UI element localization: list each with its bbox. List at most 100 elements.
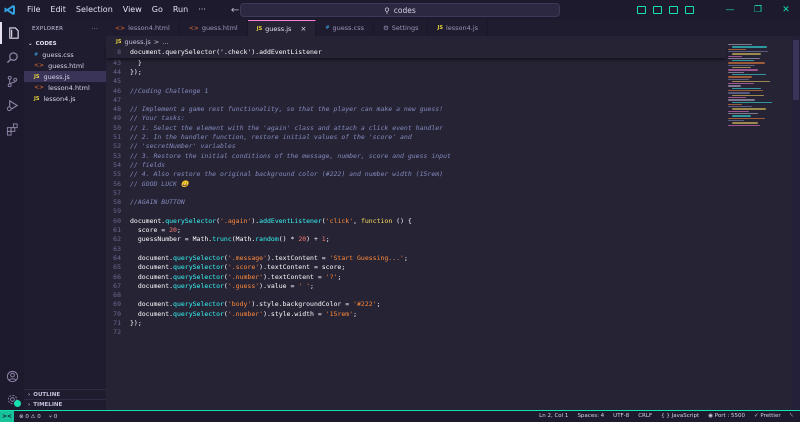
- menu-view[interactable]: View: [118, 0, 147, 20]
- customize-layout-icon[interactable]: [685, 6, 694, 14]
- code-line[interactable]: 53 // 3. Restore the initial conditions o…: [106, 151, 726, 160]
- run-debug-icon[interactable]: [0, 94, 24, 116]
- file-guess-html[interactable]: <> guess.html: [24, 60, 106, 71]
- extensions-icon[interactable]: [0, 118, 24, 140]
- language-mode[interactable]: { } JavaScript: [661, 413, 699, 420]
- tab-lesson4-html[interactable]: <> lesson4.html: [106, 20, 180, 36]
- code-line[interactable]: 61 score = 20;: [106, 225, 726, 234]
- code-line[interactable]: 71});: [106, 318, 726, 327]
- code-text: guessNumber = Math.trunc(Math.random() *…: [130, 235, 330, 243]
- file-guess-css[interactable]: # guess.css: [24, 49, 106, 60]
- close-tab-icon[interactable]: ×: [300, 25, 306, 33]
- outline-section[interactable]: › OUTLINE: [24, 389, 106, 399]
- code-line[interactable]: 62 guessNumber = Math.trunc(Math.random(…: [106, 235, 726, 244]
- code-token: ;: [403, 253, 408, 262]
- search-view-icon[interactable]: [0, 46, 24, 68]
- code-editor[interactable]: 43 } 44}); 45 46//Coding Challenge 1 47 48// …: [106, 47, 726, 410]
- tab-guess-js[interactable]: JS guess.js ×: [247, 20, 317, 36]
- tab-label: guess.js: [265, 24, 292, 33]
- breadcrumb-file[interactable]: guess.js: [124, 38, 150, 46]
- explorer-more-button[interactable]: ···: [92, 26, 98, 32]
- problems-indicator[interactable]: ⊗ 0 ⚠ 0: [19, 414, 41, 420]
- minimize-icon[interactable]: —: [716, 0, 744, 20]
- code-line[interactable]: 57: [106, 188, 726, 197]
- ports-indicator[interactable]: ⑂ 0: [49, 414, 58, 420]
- explorer-icon[interactable]: [0, 22, 24, 44]
- code-line[interactable]: 56 // GOOD LUCK 😀: [106, 179, 726, 188]
- cursor-position[interactable]: Ln 2, Col 1: [539, 413, 568, 420]
- prettier-status[interactable]: ✓ Prettier: [754, 413, 781, 420]
- code-line[interactable]: 47: [106, 95, 726, 104]
- code-line[interactable]: 48 // Implement a game rest functionality…: [106, 105, 726, 114]
- toggle-secondary-sidebar-icon[interactable]: [669, 6, 678, 14]
- line-number: 65: [113, 263, 121, 272]
- minimap-line: [732, 115, 752, 117]
- file-guess-js[interactable]: JS guess.js: [24, 71, 106, 82]
- manage-gear-icon[interactable]: [0, 388, 24, 410]
- code-line[interactable]: 70 document.querySelector('.number').sty…: [106, 309, 726, 318]
- code-line[interactable]: 59: [106, 207, 726, 216]
- close-window-icon[interactable]: ✕: [772, 0, 800, 20]
- file-label: guess.css: [42, 50, 74, 59]
- editor-scrollbar[interactable]: [792, 36, 800, 410]
- breadcrumb-symbol[interactable]: ...: [162, 38, 168, 46]
- source-control-icon[interactable]: [0, 70, 24, 92]
- code-line[interactable]: 66 document.querySelector('.number').tex…: [106, 272, 726, 281]
- menu-go[interactable]: Go: [147, 0, 168, 20]
- tab-guess-css[interactable]: # guess.css: [316, 20, 374, 36]
- encoding[interactable]: UTF-8: [613, 413, 629, 420]
- folder-codes[interactable]: ⌄ CODES: [24, 38, 106, 49]
- back-arrow-icon[interactable]: ←: [231, 5, 239, 16]
- toggle-panel-icon[interactable]: [653, 6, 662, 14]
- code-line[interactable]: 55 // 4. Also restore the original backgr…: [106, 170, 726, 179]
- remote-indicator[interactable]: ><: [0, 411, 14, 422]
- file-lesson4-html[interactable]: <> lesson4.html: [24, 82, 106, 93]
- tab-settings[interactable]: ⚙ Settings: [374, 20, 429, 36]
- file-lesson4-js[interactable]: JS lesson4.js: [24, 93, 106, 104]
- code-line[interactable]: 46 //Coding Challenge 1: [106, 86, 726, 95]
- toggle-primary-sidebar-icon[interactable]: [637, 6, 646, 14]
- code-line[interactable]: 67 document.querySelector('.guess').valu…: [106, 281, 726, 290]
- line-number: 53: [113, 151, 121, 160]
- account-icon[interactable]: [0, 365, 24, 387]
- end-of-line[interactable]: CRLF: [638, 413, 652, 420]
- code-line[interactable]: 63: [106, 244, 726, 253]
- code-line[interactable]: 60 document.querySelector('.again').addEv…: [106, 216, 726, 225]
- menu-more[interactable]: ···: [193, 0, 211, 20]
- code-line[interactable]: 49 // Your tasks:: [106, 114, 726, 123]
- code-line[interactable]: 43 }: [106, 58, 726, 67]
- code-line[interactable]: 58 //AGAIN BUTTON: [106, 198, 726, 207]
- code-token: '.number': [227, 309, 264, 318]
- code-text: score = 20;: [130, 226, 181, 234]
- code-line[interactable]: 51 // 2. In the handler function, restore…: [106, 132, 726, 141]
- code-line[interactable]: 44});: [106, 67, 726, 76]
- menu-edit[interactable]: Edit: [45, 0, 71, 20]
- code-line[interactable]: 69 document.querySelector('body').style.…: [106, 300, 726, 309]
- minimap[interactable]: [726, 36, 792, 410]
- code-line[interactable]: 64 document.querySelector('.message').te…: [106, 253, 726, 262]
- timeline-section[interactable]: › TIMELINE: [24, 399, 106, 409]
- code-line[interactable]: 68: [106, 291, 726, 300]
- code-line[interactable]: 54 // fields: [106, 160, 726, 169]
- code-line[interactable]: 72: [106, 328, 726, 337]
- code-line[interactable]: 50 // 1. Select the element with the 'aga…: [106, 123, 726, 132]
- code-line[interactable]: 45: [106, 77, 726, 86]
- menu-file[interactable]: File: [22, 0, 45, 20]
- code-line[interactable]: 65 document.querySelector('.score').text…: [106, 263, 726, 272]
- menu-run[interactable]: Run: [168, 0, 193, 20]
- menu-selection[interactable]: Selection: [71, 0, 118, 20]
- tab-guess-html[interactable]: <> guess.html: [180, 20, 248, 36]
- indentation[interactable]: Spaces: 4: [577, 413, 604, 420]
- line-number: 58: [113, 198, 121, 207]
- notifications-bell-icon[interactable]: ␇: [790, 413, 794, 420]
- minimap-line: [732, 80, 771, 83]
- scrollbar-thumb[interactable]: [793, 40, 799, 100]
- live-server-port[interactable]: ◉ Port : 5500: [708, 413, 745, 420]
- sticky-scroll-line[interactable]: 8 document.querySelector('.check').addEv…: [106, 47, 726, 58]
- restore-icon[interactable]: ❐: [744, 0, 772, 20]
- command-center-search[interactable]: ⚲ codes: [240, 3, 560, 17]
- code-line[interactable]: 52 // 'secretNumber' variables: [106, 142, 726, 151]
- tab-lesson4-js[interactable]: JS lesson4.js: [428, 20, 489, 36]
- code-token: ;: [337, 272, 342, 281]
- activity-bar: [0, 20, 24, 410]
